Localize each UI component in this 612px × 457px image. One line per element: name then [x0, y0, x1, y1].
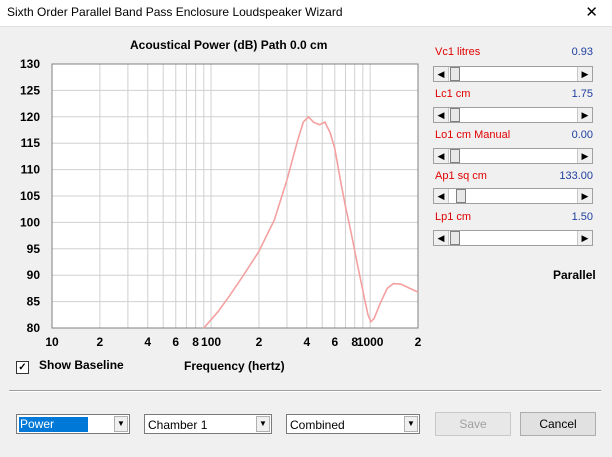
x-tick-label: 10	[45, 335, 59, 349]
y-tick-label: 125	[20, 83, 40, 97]
x-tick-label: 6	[172, 335, 179, 349]
slider-ap1[interactable]: ◀ ▶	[433, 188, 593, 204]
y-tick-label: 105	[20, 189, 40, 203]
show-baseline-checkbox[interactable]: ✓ Show Baseline	[16, 358, 124, 374]
scroll-right-icon[interactable]: ▶	[577, 108, 592, 122]
slider-thumb[interactable]	[450, 149, 460, 163]
x-tick-label: 4	[144, 335, 151, 349]
x-tick-label: 1000	[357, 335, 384, 349]
y-tick-label: 130	[20, 57, 40, 71]
x-tick-label: 4	[303, 335, 310, 349]
slider-thumb[interactable]	[450, 231, 460, 245]
scroll-left-icon[interactable]: ◀	[434, 149, 449, 163]
window-title: Sixth Order Parallel Band Pass Enclosure…	[7, 5, 343, 19]
y-tick-label: 85	[27, 295, 41, 309]
chamber-select[interactable]: Chamber 1 ▼	[144, 414, 272, 434]
x-tick-label: 8	[192, 335, 199, 349]
chevron-down-icon[interactable]: ▼	[404, 416, 418, 432]
scroll-right-icon[interactable]: ▶	[577, 231, 592, 245]
scroll-left-icon[interactable]: ◀	[434, 108, 449, 122]
scroll-right-icon[interactable]: ▶	[577, 149, 592, 163]
separator	[9, 390, 601, 392]
save-button[interactable]: Save	[435, 412, 511, 436]
scroll-left-icon[interactable]: ◀	[434, 189, 449, 203]
combination-select[interactable]: Combined ▼	[286, 414, 420, 434]
title-bar: Sixth Order Parallel Band Pass Enclosure…	[0, 0, 612, 27]
slider-vc1[interactable]: ◀ ▶	[433, 66, 593, 82]
slider-lo1[interactable]: ◀ ▶	[433, 148, 593, 164]
y-tick-label: 110	[21, 163, 41, 177]
slider-thumb[interactable]	[450, 108, 460, 122]
close-icon[interactable]: ✕	[585, 3, 598, 21]
slider-thumb[interactable]	[450, 67, 460, 81]
measure-select[interactable]: Power ▼	[16, 414, 130, 434]
scroll-left-icon[interactable]: ◀	[434, 67, 449, 81]
power-chart: 80 85 90 95 100 105 110 115 120 125 130 10 2 4 6 8 100 2 4…	[0, 30, 430, 380]
y-tick-label: 95	[27, 242, 41, 256]
chevron-down-icon[interactable]: ▼	[114, 416, 128, 432]
checkmark-icon[interactable]: ✓	[16, 361, 29, 374]
x-tick-label: 6	[331, 335, 338, 349]
x-tick-label: 100	[201, 335, 221, 349]
chevron-down-icon[interactable]: ▼	[256, 416, 270, 432]
mode-label: Parallel	[553, 268, 596, 282]
slider-thumb[interactable]	[456, 189, 466, 203]
scroll-right-icon[interactable]: ▶	[577, 189, 592, 203]
x-tick-label: 2	[97, 335, 104, 349]
x-axis-label: Frequency (hertz)	[184, 359, 285, 373]
cancel-button[interactable]: Cancel	[520, 412, 596, 436]
y-tick-label: 115	[21, 136, 41, 150]
y-tick-label: 90	[27, 268, 41, 282]
y-tick-label: 100	[20, 215, 40, 229]
slider-lp1[interactable]: ◀ ▶	[433, 230, 593, 246]
chart-svg: 8085909510010511011512012513010 2 4 6 8 100 2 4…	[20, 57, 422, 349]
show-baseline-label: Show Baseline	[39, 358, 124, 372]
x-tick-label: 2	[415, 335, 422, 349]
y-tick-label: 120	[20, 110, 40, 124]
slider-lc1[interactable]: ◀ ▶	[433, 107, 593, 123]
x-tick-label: 2	[256, 335, 263, 349]
y-tick-label: 80	[27, 321, 41, 335]
scroll-right-icon[interactable]: ▶	[577, 67, 592, 81]
scroll-left-icon[interactable]: ◀	[434, 231, 449, 245]
